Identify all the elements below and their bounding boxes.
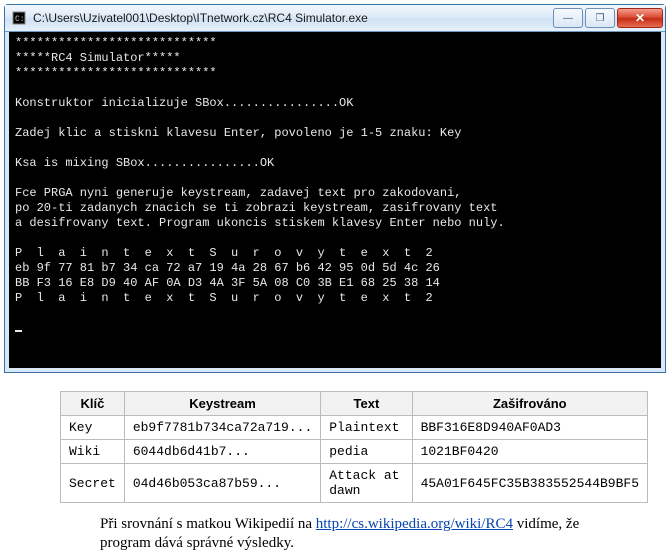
col-cipher: Zašifrováno bbox=[412, 392, 647, 416]
col-key: Klíč bbox=[61, 392, 125, 416]
cell: eb9f7781b734ca72a719... bbox=[124, 416, 320, 440]
cell: Key bbox=[61, 416, 125, 440]
minimize-icon: — bbox=[563, 13, 573, 24]
cell: 6044db6d41b7... bbox=[124, 440, 320, 464]
col-text: Text bbox=[321, 392, 412, 416]
app-icon: C: bbox=[11, 10, 27, 26]
window-title: C:\Users\Uzivatel001\Desktop\ITnetwork.c… bbox=[33, 11, 551, 25]
close-icon: ✕ bbox=[635, 11, 645, 25]
table-row: Key eb9f7781b734ca72a719... Plaintext BB… bbox=[61, 416, 648, 440]
cell: 04d46b053ca87b59... bbox=[124, 464, 320, 503]
wiki-link[interactable]: http://cs.wikipedia.org/wiki/RC4 bbox=[316, 516, 513, 532]
cell: pedia bbox=[321, 440, 412, 464]
minimize-button[interactable]: — bbox=[553, 8, 583, 28]
maximize-icon: ❐ bbox=[596, 13, 605, 24]
caption-pre: Při srovnání s matkou Wikipedií na bbox=[100, 516, 316, 532]
cell: 45A01F645FC35B383552544B9BF5 bbox=[412, 464, 647, 503]
cell: 1021BF0420 bbox=[412, 440, 647, 464]
cell: Plaintext bbox=[321, 416, 412, 440]
titlebar[interactable]: C: C:\Users\Uzivatel001\Desktop\ITnetwor… bbox=[5, 5, 665, 32]
table-row: Secret 04d46b053ca87b59... Attack at daw… bbox=[61, 464, 648, 503]
window-buttons: — ❐ ✕ bbox=[551, 8, 663, 28]
console-output: **************************** *****RC4 Si… bbox=[5, 32, 665, 372]
results-table-wrap: Klíč Keystream Text Zašifrováno Key eb9f… bbox=[60, 391, 648, 503]
cell: Attack at dawn bbox=[321, 464, 412, 503]
maximize-button[interactable]: ❐ bbox=[585, 8, 615, 28]
results-table: Klíč Keystream Text Zašifrováno Key eb9f… bbox=[60, 391, 648, 503]
close-button[interactable]: ✕ bbox=[617, 8, 663, 28]
cell: BBF316E8D940AF0AD3 bbox=[412, 416, 647, 440]
table-header-row: Klíč Keystream Text Zašifrováno bbox=[61, 392, 648, 416]
svg-text:C:: C: bbox=[15, 15, 25, 24]
table-row: Wiki 6044db6d41b7... pedia 1021BF0420 bbox=[61, 440, 648, 464]
caption-text: Při srovnání s matkou Wikipedií na http:… bbox=[100, 515, 632, 553]
col-keystream: Keystream bbox=[124, 392, 320, 416]
cell: Secret bbox=[61, 464, 125, 503]
cursor bbox=[15, 330, 22, 332]
app-window: C: C:\Users\Uzivatel001\Desktop\ITnetwor… bbox=[4, 4, 666, 373]
cell: Wiki bbox=[61, 440, 125, 464]
